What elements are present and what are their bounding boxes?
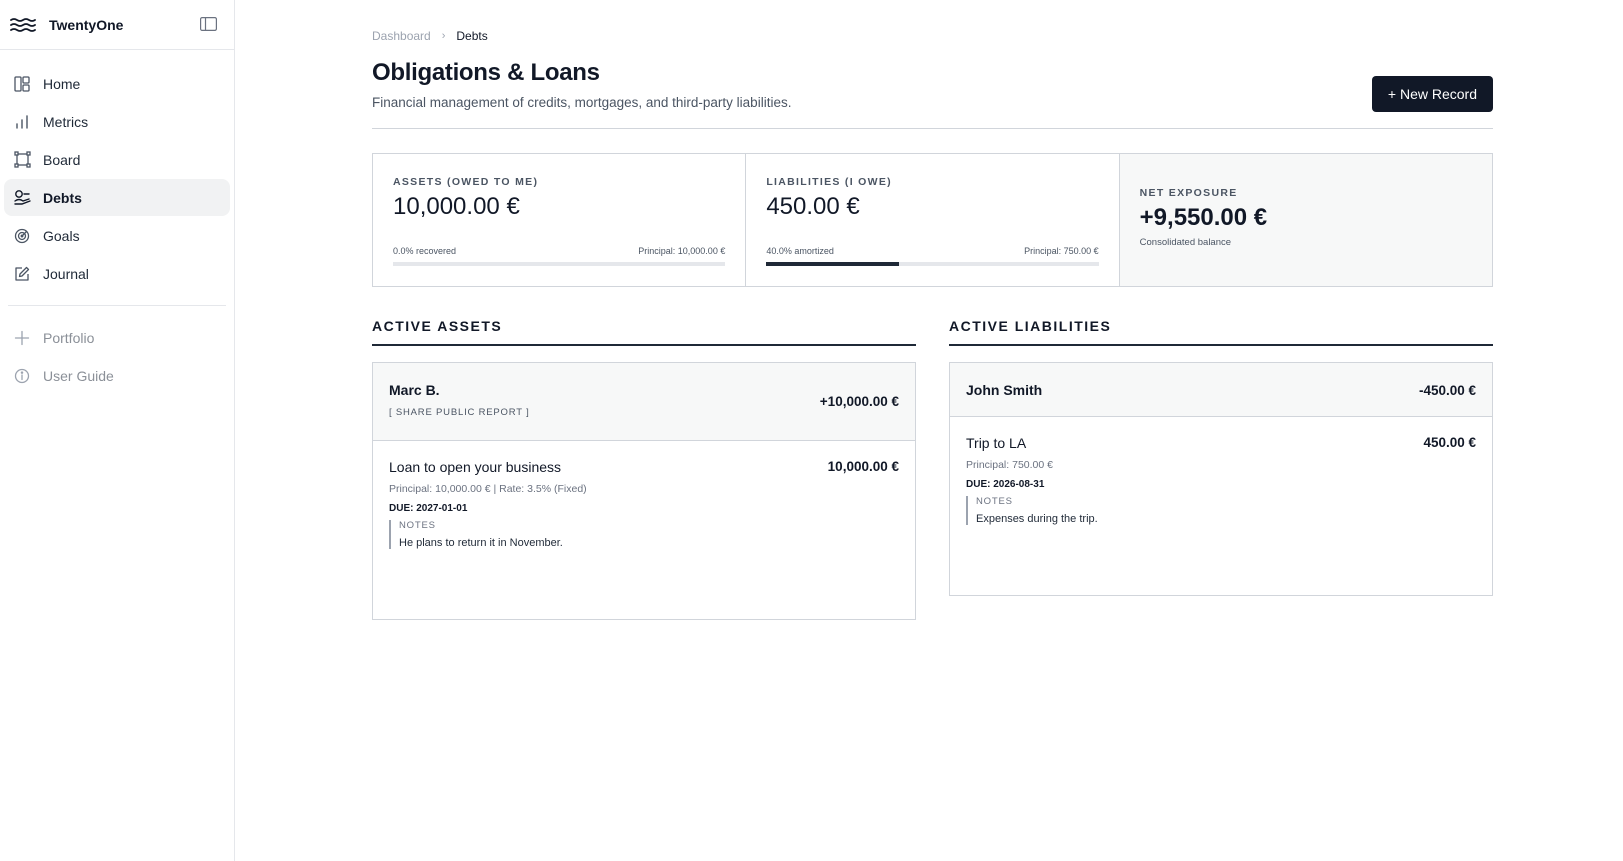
layout-icon (13, 75, 31, 93)
sidebar-item-label: User Guide (43, 367, 114, 384)
progress-fill (766, 262, 900, 266)
stat-meta: 40.0% amortized Principal: 750.00 € (766, 246, 1098, 256)
sidebar-item-user-guide[interactable]: User Guide (4, 357, 230, 394)
new-record-button[interactable]: + New Record (1371, 76, 1493, 112)
debt-title: Trip to LA (966, 435, 1027, 451)
stat-value: 10,000.00 € (393, 193, 520, 220)
breadcrumb-current: Debts (456, 29, 488, 43)
stat-net-exposure: NET EXPOSURE +9,550.00 € Consolidated ba… (1119, 154, 1492, 286)
sidebar-item-journal[interactable]: Journal (4, 255, 230, 292)
stat-caption: Consolidated balance (1139, 237, 1232, 248)
edit-icon (13, 265, 31, 283)
app-name: TwentyOne (49, 16, 124, 33)
card-header: Marc B. +10,000.00 € [ SHARE PUBLIC REPO… (373, 363, 915, 441)
notes-text: Expenses during the trip. (976, 513, 1098, 525)
sidebar-divider (8, 305, 226, 306)
summary-stats: ASSETS (OWED TO ME) 10,000.00 € 0.0% rec… (372, 153, 1493, 287)
stat-principal: Principal: 10,000.00 € (638, 246, 726, 256)
stat-meta: 0.0% recovered Principal: 10,000.00 € (393, 246, 725, 256)
sidebar-item-debts[interactable]: Debts (4, 179, 230, 216)
plus-icon (13, 329, 31, 347)
notes-label: NOTES (399, 520, 436, 531)
breadcrumb: Dashboard › Debts (372, 29, 488, 43)
chevron-right-icon: › (441, 30, 446, 42)
debts-icon (13, 189, 31, 207)
liability-card: John Smith -450.00 € Trip to LA 450.00 €… (949, 362, 1493, 596)
stat-progress-text: 0.0% recovered (393, 246, 457, 256)
sidebar-item-portfolio[interactable]: Portfolio (4, 319, 230, 356)
stat-assets: ASSETS (OWED TO ME) 10,000.00 € 0.0% rec… (373, 154, 747, 286)
card-header: John Smith -450.00 € (950, 363, 1492, 417)
sidebar-item-label: Board (43, 151, 81, 168)
header-divider (372, 128, 1493, 129)
counterparty-name: John Smith (966, 382, 1043, 398)
stat-value: 450.00 € (766, 193, 860, 220)
debt-principal: Principal: 10,000.00 € | Rate: 3.5% (Fix… (389, 483, 587, 495)
page-title: Obligations & Loans (372, 59, 600, 86)
notes-label: NOTES (976, 496, 1013, 507)
sidebar-nav: Home Metrics Board Debts Goals Journal P… (0, 50, 234, 394)
asset-card: Marc B. +10,000.00 € [ SHARE PUBLIC REPO… (372, 362, 916, 620)
sidebar-item-home[interactable]: Home (4, 65, 230, 102)
debt-principal: Principal: 750.00 € (966, 459, 1053, 471)
waves-logo-icon (10, 16, 38, 34)
counterparty-total: +10,000.00 € (819, 394, 899, 409)
sidebar-item-board[interactable]: Board (4, 141, 230, 178)
sidebar-item-label: Home (43, 75, 81, 92)
stat-label: LIABILITIES (I OWE) (766, 176, 892, 188)
debt-item[interactable]: Trip to LA 450.00 € Principal: 750.00 € … (950, 417, 1492, 525)
progress-bar (393, 262, 726, 266)
notes-text: He plans to return it in November. (399, 537, 563, 549)
brand: TwentyOne (0, 0, 234, 50)
debt-due-date: DUE: 2027-01-01 (389, 503, 468, 514)
bar-chart-icon (13, 113, 31, 131)
sidebar-item-label: Journal (43, 265, 89, 282)
stat-liabilities: LIABILITIES (I OWE) 450.00 € 40.0% amort… (746, 154, 1120, 286)
sidebar: TwentyOne Home Metrics Board Debts Goals… (0, 0, 235, 861)
page-subtitle: Financial management of credits, mortgag… (372, 95, 792, 110)
stat-principal: Principal: 750.00 € (1024, 246, 1099, 256)
active-assets-section: ACTIVE ASSETS Marc B. +10,000.00 € [ SHA… (372, 318, 916, 620)
debt-notes: NOTES Expenses during the trip. (966, 496, 1476, 525)
stat-progress-text: 40.0% amortized (766, 246, 834, 256)
debt-amount: 10,000.00 € (827, 459, 899, 474)
sidebar-item-goals[interactable]: Goals (4, 217, 230, 254)
section-heading: ACTIVE ASSETS (372, 318, 916, 346)
debt-notes: NOTES He plans to return it in November. (389, 520, 899, 549)
active-liabilities-section: ACTIVE LIABILITIES John Smith -450.00 € … (949, 318, 1493, 596)
stat-label: NET EXPOSURE (1139, 187, 1238, 199)
sidebar-item-label: Debts (43, 189, 82, 206)
target-icon (13, 227, 31, 245)
section-heading: ACTIVE LIABILITIES (949, 318, 1493, 346)
board-icon (13, 151, 31, 169)
stat-value: +9,550.00 € (1139, 204, 1268, 231)
counterparty-total: -450.00 € (1418, 383, 1476, 398)
sidebar-item-label: Metrics (43, 113, 89, 130)
info-icon (13, 367, 31, 385)
sidebar-item-metrics[interactable]: Metrics (4, 103, 230, 140)
debt-item[interactable]: Loan to open your business 10,000.00 € P… (373, 441, 915, 549)
sidebar-item-label: Goals (43, 227, 80, 244)
debt-title: Loan to open your business (389, 459, 562, 475)
debt-due-date: DUE: 2026-08-31 (966, 479, 1045, 490)
debt-amount: 450.00 € (1423, 435, 1476, 450)
sidebar-toggle-icon[interactable] (200, 17, 218, 32)
breadcrumb-link-dashboard[interactable]: Dashboard (372, 29, 431, 43)
sidebar-item-label: Portfolio (43, 329, 95, 346)
progress-bar (766, 262, 1099, 266)
stat-label: ASSETS (OWED TO ME) (393, 176, 539, 188)
